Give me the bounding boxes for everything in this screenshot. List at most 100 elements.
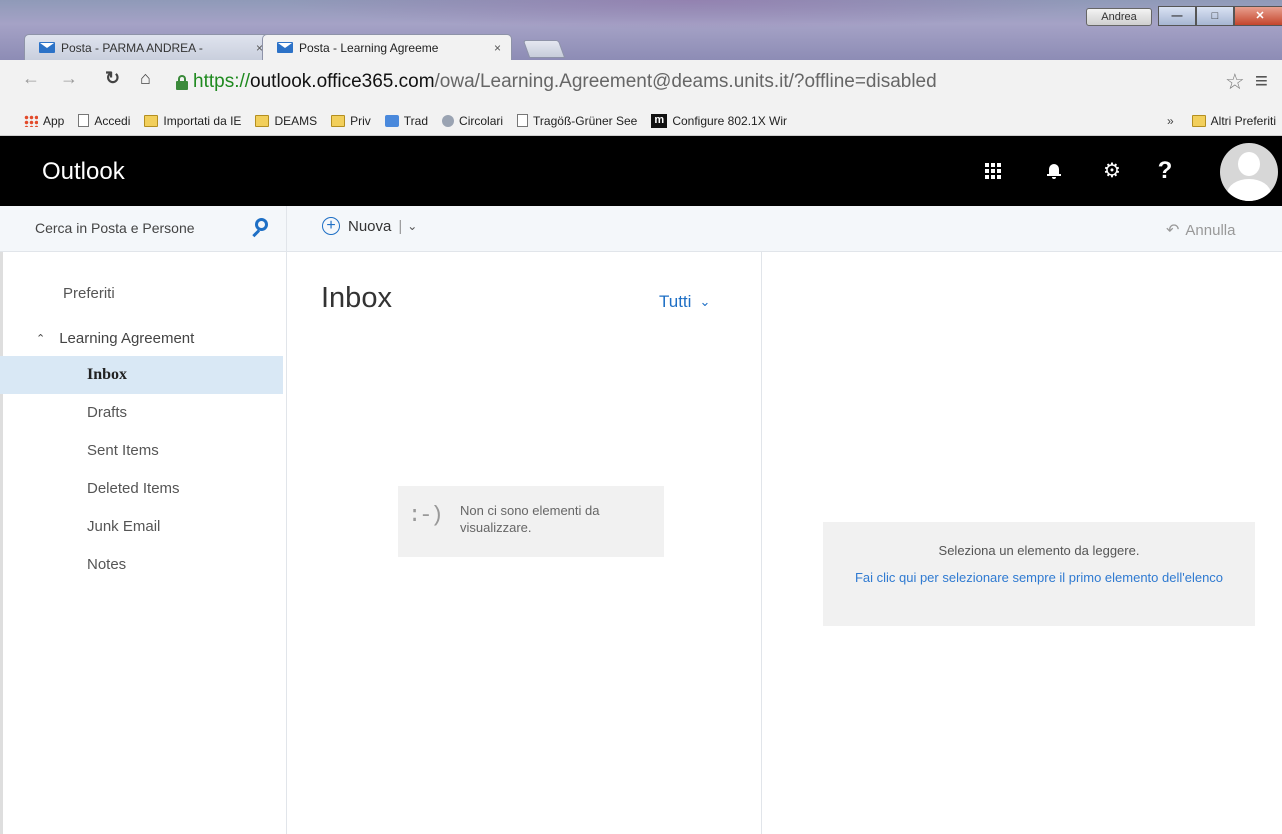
avatar-shoulders [1227,179,1271,201]
search-placeholder: Cerca in Posta e Persone [35,220,195,236]
message-list-pane: Inbox Tutti ⌄ :-) Non ci sono elementi d… [287,252,762,834]
page-icon [517,114,529,127]
minimize-button[interactable]: — [1158,6,1196,26]
chevron-down-icon[interactable]: ⌄ [407,219,417,233]
tab-strip: Posta - PARMA ANDREA - × Posta - Learnin… [24,34,566,60]
bookmark-app[interactable]: App [24,114,64,128]
new-label: Nuova [348,217,392,235]
bookmark-configure[interactable]: m Configure 802.1X Wir [651,113,787,128]
url-host: outlook.office365.com [250,71,435,92]
browser-menu-icon[interactable]: ≡ [1255,68,1268,94]
reload-icon[interactable]: ↻ [105,68,120,89]
app-launcher-icon [985,163,1001,179]
forward-arrow-icon[interactable]: → [60,68,78,89]
settings-button[interactable]: ⚙ [1088,136,1136,206]
search-icon[interactable] [250,218,270,238]
bookmark-priv[interactable]: Priv [331,114,371,128]
bookmark-importati[interactable]: Importati da IE [144,114,241,128]
reading-message: Seleziona un elemento da leggere. [938,543,1140,558]
browser-tab-learning-agreement[interactable]: Posta - Learning Agreeme × [262,34,512,60]
window-titlebar: Posta - PARMA ANDREA - × Posta - Learnin… [0,0,1282,60]
help-button[interactable]: ? [1141,136,1189,206]
search-input[interactable]: Cerca in Posta e Persone [0,206,287,252]
filter-label: Tutti [659,292,692,311]
app-title[interactable]: Outlook [42,158,125,186]
outlook-header: Outlook ⚙ ? [0,136,1282,206]
smiley-icon: :-) [408,503,444,528]
avatar-head [1238,152,1260,176]
bookmark-trad[interactable]: Trad [384,113,429,128]
circle-icon [442,114,455,127]
account-header[interactable]: ⌃ Learning Agreement [36,330,194,347]
mail-icon [277,42,293,53]
maximize-button[interactable]: □ [1196,6,1234,26]
tab-title: Posta - PARMA ANDREA - [61,40,203,55]
home-icon[interactable]: ⌂ [140,68,151,89]
bookmark-label: DEAMS [274,113,318,128]
folder-item-junk-email[interactable]: Junk Email [0,508,283,546]
folder-item-deleted-items[interactable]: Deleted Items [0,470,283,508]
filter-dropdown[interactable]: Tutti ⌄ [659,292,710,312]
bookmark-label: Priv [350,113,371,128]
back-arrow-icon[interactable]: ← [22,68,40,89]
bookmark-star-icon[interactable]: ☆ [1225,69,1245,95]
page-title: Inbox [321,282,392,314]
folder-item-sent-items[interactable]: Sent Items [0,432,283,470]
address-bar[interactable]: https://outlook.office365.com/owa/Learni… [193,71,937,93]
new-tab-button[interactable] [522,40,566,58]
bookmark-tragoss[interactable]: Tragöß-Grüner See [517,114,637,128]
avatar[interactable] [1220,143,1278,201]
folder-item-inbox[interactable]: Inbox [0,356,283,394]
undo-button[interactable]: ↶ Annulla [1166,220,1235,240]
window-controls: — □ ✕ [1158,6,1282,26]
bookmarks-overflow-button[interactable]: » [1167,114,1174,128]
bookmark-label: Tragöß-Grüner See [533,113,638,128]
bookmark-accedi[interactable]: Accedi [78,114,130,128]
tab-close-icon[interactable]: × [494,41,501,55]
browser-toolbar: ← → ↻ ⌂ https://outlook.office365.com/ow… [0,60,1282,106]
undo-label: Annulla [1185,221,1236,239]
folder-list: Inbox Drafts Sent Items Deleted Items Ju… [0,356,283,584]
browser-tab-parma[interactable]: Posta - PARMA ANDREA - × [24,34,274,60]
bookmark-altri-preferiti[interactable]: Altri Preferiti [1191,114,1276,128]
undo-icon: ↶ [1166,222,1180,239]
new-message-button[interactable]: + Nuova | ⌄ [322,217,417,235]
account-label: Learning Agreement [59,330,195,347]
bookmark-deams[interactable]: DEAMS [255,114,317,128]
chevron-down-icon: ⌄ [699,294,711,309]
m-icon: m [651,113,668,128]
bookmark-label: Altri Preferiti [1210,114,1276,128]
plus-circle-icon: + [322,217,340,235]
notifications-button[interactable] [1030,136,1078,206]
profile-badge[interactable]: Andrea [1086,8,1152,26]
folder-icon [255,114,270,127]
url-scheme: https:// [193,71,251,92]
bell-icon [1047,163,1061,179]
bookmarks-bar: App Accedi Importati da IE DEAMS Priv Tr… [0,106,1282,136]
bookmark-circolari[interactable]: Circolari [442,114,503,128]
bookmark-label: Importati da IE [163,113,242,128]
folder-icon [1191,115,1206,127]
folder-item-notes[interactable]: Notes [0,546,283,584]
app-launcher-button[interactable] [969,136,1017,206]
lock-icon [176,75,188,90]
command-bar: Cerca in Posta e Persone + Nuova | ⌄ ↶ A… [0,206,1282,252]
empty-state: :-) Non ci sono elementi da visualizzare… [398,486,664,557]
help-icon: ? [1157,157,1173,184]
bookmark-label: Trad [403,113,429,128]
close-window-button[interactable]: ✕ [1234,6,1282,26]
folder-pane: Preferiti ⌃ Learning Agreement Inbox Dra… [0,252,287,834]
empty-message: Non ci sono elementi da visualizzare. [460,503,600,535]
reading-placeholder: Seleziona un elemento da leggere. Fai cl… [823,522,1255,626]
apps-grid-icon [24,114,38,127]
bookmark-label: Accedi [94,113,131,128]
caret-up-icon: ⌃ [36,333,46,345]
folder-item-drafts[interactable]: Drafts [0,394,283,432]
separator: | [398,217,403,235]
tab-title: Posta - Learning Agreeme [299,40,439,55]
folder-icon [331,114,346,127]
favorites-header[interactable]: Preferiti [63,285,115,302]
select-first-item-link[interactable]: Fai clic qui per selezionare sempre il p… [845,568,1233,588]
bookmark-label: Circolari [459,113,504,128]
translate-icon [384,114,399,127]
